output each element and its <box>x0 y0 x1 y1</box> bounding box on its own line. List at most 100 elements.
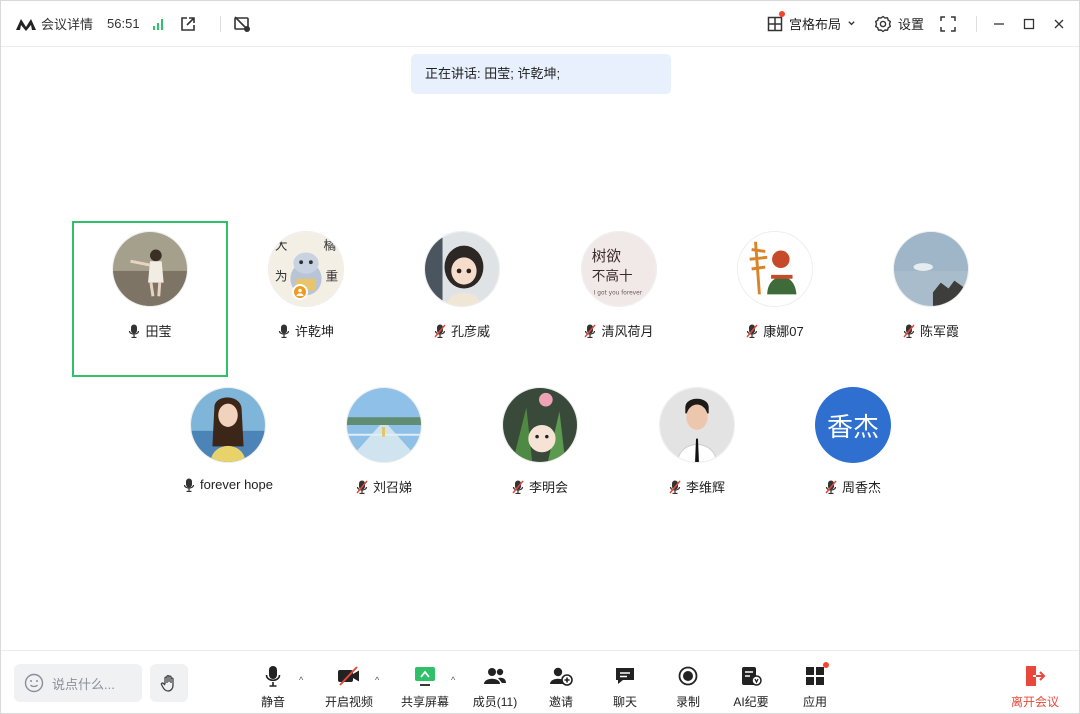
notification-dot <box>823 662 829 668</box>
microphone-icon <box>129 324 140 338</box>
grid-layout-label: 宫格布局 <box>788 17 841 32</box>
avatar <box>893 231 969 307</box>
participant-name: 刘召娣 <box>372 480 412 495</box>
microphone-muted-icon <box>825 480 837 494</box>
record-icon <box>678 666 698 686</box>
settings-button[interactable]: 设置 <box>874 14 924 33</box>
microphone-muted-icon <box>356 480 368 494</box>
participant-name: 周香杰 <box>841 480 881 495</box>
speaking-indicator: 正在讲话: 田莹; 许乾坤; <box>411 54 671 94</box>
avatar <box>190 387 266 463</box>
ai-minutes-label: AI纪要 <box>733 695 769 709</box>
picture-off-icon[interactable] <box>233 15 251 33</box>
microphone-muted-icon <box>903 324 915 338</box>
leave-meeting-label: 离开会议 <box>1010 695 1059 709</box>
settings-label: 设置 <box>897 17 924 32</box>
avatar <box>424 231 500 307</box>
chat-label: 聊天 <box>612 695 637 709</box>
share-link-icon[interactable] <box>180 16 196 32</box>
members-label: 成员(11) <box>472 695 518 709</box>
participant-tile[interactable]: 刘召娣 <box>306 377 462 533</box>
signal-strength-icon[interactable] <box>152 17 166 31</box>
ai-minutes-button[interactable]: AI纪要 <box>721 665 781 710</box>
microphone-muted-icon <box>584 324 597 338</box>
participant-name: 李明会 <box>528 480 568 495</box>
svg-text:橘: 橘 <box>324 238 337 253</box>
emoji-icon[interactable] <box>24 673 44 693</box>
apps-button[interactable]: 应用 <box>785 662 845 710</box>
app-logo-icon <box>16 18 36 31</box>
participant-tile[interactable]: 康娜07 <box>697 221 853 377</box>
participant-tile[interactable]: forever hope <box>150 377 306 533</box>
participant-name: 孔彦威 <box>450 324 490 339</box>
svg-text:不高十: 不高十 <box>592 268 633 285</box>
chat-placeholder: 说点什么... <box>52 676 115 692</box>
start-video-button[interactable]: 开启视频 <box>319 665 379 710</box>
participant-name: 清风荷月 <box>601 324 654 339</box>
video-off-icon <box>338 666 359 686</box>
chat-button[interactable]: 聊天 <box>595 665 655 710</box>
participant-tile[interactable]: 大 橘 为 重 许乾坤 <box>228 221 384 377</box>
start-video-label: 开启视频 <box>324 695 373 709</box>
exit-icon <box>1026 666 1046 686</box>
participant-tile[interactable]: 李维辉 <box>619 377 775 533</box>
members-icon <box>484 668 506 684</box>
participant-name: 田莹 <box>145 324 172 339</box>
raise-hand-button[interactable] <box>150 664 188 702</box>
chevron-up-icon[interactable]: ^ <box>375 675 379 685</box>
chevron-up-icon[interactable]: ^ <box>299 675 303 685</box>
chat-icon <box>616 668 634 684</box>
svg-text:重: 重 <box>325 269 338 284</box>
meeting-toolbar: 说点什么... 静音 ^ 开启视频 ^ 共享屏幕 ^ 成员(11) 邀请 聊天 … <box>1 650 1079 713</box>
avatar: 树欲 不高十 I got you forever <box>581 231 657 307</box>
svg-text:为: 为 <box>275 269 288 284</box>
microphone-muted-icon <box>512 480 524 494</box>
participant-name: forever hope <box>200 477 273 492</box>
share-screen-button[interactable]: 共享屏幕 <box>395 665 455 710</box>
svg-text:树欲: 树欲 <box>592 248 622 265</box>
record-button[interactable]: 录制 <box>658 665 718 710</box>
grid-icon <box>767 16 783 31</box>
leave-meeting-button[interactable]: 离开会议 <box>1005 665 1065 710</box>
microphone-muted-icon <box>434 324 446 338</box>
microphone-icon <box>183 478 195 492</box>
participant-name: 许乾坤 <box>294 324 334 339</box>
mute-button[interactable]: 静音 <box>243 665 303 710</box>
mute-label: 静音 <box>260 695 285 709</box>
share-screen-label: 共享屏幕 <box>400 695 449 709</box>
divider <box>219 15 221 32</box>
grid-layout-button[interactable]: 宫格布局 <box>767 11 856 33</box>
title-bar: 会议详情 56:51 宫格布局 设置 <box>1 1 1079 47</box>
chat-quick-input[interactable]: 说点什么... <box>14 664 142 702</box>
invite-button[interactable]: 邀请 <box>531 665 591 710</box>
hand-icon <box>160 674 174 692</box>
fullscreen-icon[interactable] <box>940 15 956 32</box>
participant-tile[interactable]: 香杰 周香杰 <box>775 377 931 533</box>
avatar <box>346 387 422 463</box>
participant-name: 李维辉 <box>685 480 725 495</box>
apps-icon <box>806 667 824 685</box>
invite-label: 邀请 <box>548 695 573 709</box>
microphone-muted-icon <box>669 480 681 494</box>
participant-tile[interactable]: 陈军霞 <box>853 221 1009 377</box>
svg-text:大: 大 <box>275 238 288 253</box>
participant-name: 陈军霞 <box>919 324 959 339</box>
chevron-up-icon[interactable]: ^ <box>451 675 455 685</box>
avatar <box>502 387 578 463</box>
avatar <box>737 231 813 307</box>
participant-tile[interactable]: 孔彦威 <box>384 221 540 377</box>
minimize-icon[interactable] <box>993 18 1005 30</box>
avatar-initials: 香杰 <box>815 387 891 463</box>
participant-tile[interactable]: 李明会 <box>462 377 618 533</box>
close-icon[interactable] <box>1053 18 1065 30</box>
maximize-icon[interactable] <box>1023 18 1035 30</box>
members-button[interactable]: 成员(11) <box>465 665 525 710</box>
avatar <box>659 387 735 463</box>
participant-tile[interactable]: 树欲 不高十 I got you forever 清风荷月 <box>541 221 697 377</box>
participant-tile[interactable]: 田莹 <box>72 221 228 377</box>
apps-label: 应用 <box>802 695 827 709</box>
meeting-details-link[interactable]: 会议详情 <box>41 14 93 33</box>
microphone-muted-icon <box>746 324 758 338</box>
meeting-timer: 56:51 <box>107 16 140 31</box>
gear-icon <box>874 15 891 32</box>
